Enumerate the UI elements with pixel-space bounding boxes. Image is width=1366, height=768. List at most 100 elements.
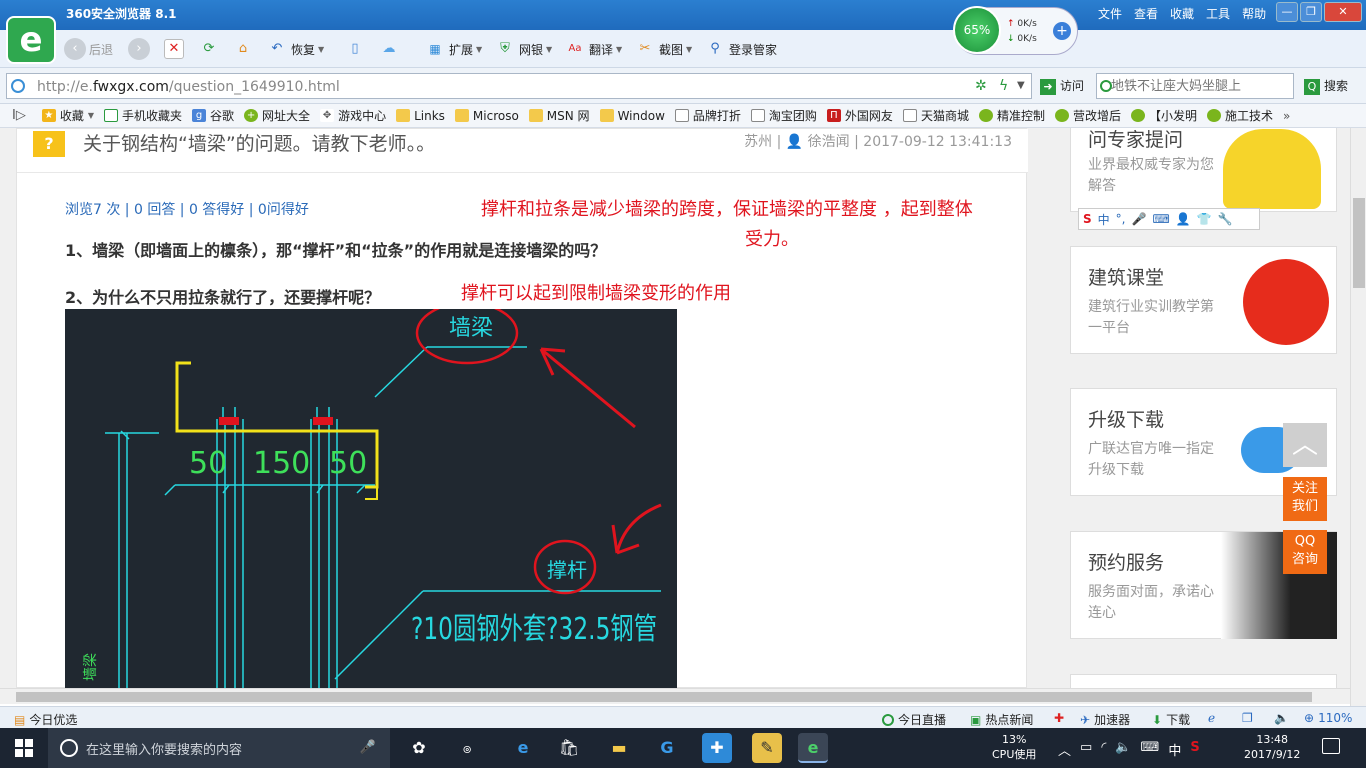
bookmark-item[interactable]: 营改增后 [1054, 107, 1121, 124]
bookmark-item[interactable]: 手机收藏夹 [104, 107, 182, 124]
back-to-top-button[interactable]: ︿ [1283, 423, 1327, 467]
go-button[interactable]: 访问 [1040, 77, 1084, 95]
notes-app-icon[interactable]: ✎ [752, 733, 782, 763]
g-app-icon[interactable]: G [652, 733, 682, 763]
bookmark-item[interactable]: Links [396, 109, 445, 123]
qq-consult-button[interactable]: QQ 咨询 [1283, 530, 1327, 574]
url-dropdown-icon[interactable]: ▼ [1017, 80, 1025, 91]
sidebar-card-classroom[interactable]: 建筑课堂 建筑行业实训教学第一平台 [1070, 246, 1337, 354]
menu-view[interactable]: 查看 [1134, 5, 1158, 22]
horizontal-scrollbar[interactable] [0, 688, 1350, 704]
bank-button[interactable]: ⛨ 网银 ▼ [494, 37, 552, 61]
scroll-thumb[interactable] [1353, 198, 1365, 288]
bookmark-item[interactable]: 施工技术 [1207, 107, 1273, 124]
cloud-button[interactable]: ☁ [378, 37, 400, 61]
memory-percent: 65% [953, 6, 1001, 54]
swirl-app-icon[interactable]: ၜ [452, 733, 482, 763]
download-button[interactable]: ⬇ 下载 [1152, 711, 1190, 728]
bookmark-item[interactable]: + 网址大全 [244, 107, 310, 124]
task-view-icon[interactable]: ✿ [404, 733, 434, 763]
refresh-button[interactable]: ⟳ [198, 37, 220, 61]
wifi-icon[interactable]: ◜ [1101, 740, 1106, 759]
battery-icon[interactable]: ▭ [1080, 740, 1092, 759]
keyboard-icon[interactable]: ⌨ [1141, 740, 1160, 759]
sidebar-card-expert[interactable]: 问专家提问 业界最权威专家为您解答 [1070, 128, 1337, 212]
menu-tools[interactable]: 工具 [1206, 5, 1230, 22]
live-button[interactable]: 今日直播 [882, 711, 946, 728]
speed-plus-icon[interactable]: + [1053, 22, 1071, 40]
vertical-scrollbar[interactable] [1350, 128, 1366, 706]
bookmark-item[interactable]: MSN 网 [528, 107, 590, 124]
folder-icon [454, 109, 469, 122]
close-button[interactable]: ✕ [1324, 2, 1362, 22]
edge-icon[interactable]: e [508, 733, 538, 763]
bookmark-item[interactable]: ✥ 游戏中心 [320, 107, 386, 124]
chat-icon [1207, 109, 1221, 122]
network-speed-widget[interactable]: 65% 0K/s 0K/s + [953, 6, 1078, 55]
translate-button[interactable]: Aa 翻译 ▼ [564, 37, 623, 61]
menu-file[interactable]: 文件 [1098, 5, 1122, 22]
follow-us-button[interactable]: 关注 我们 [1283, 477, 1327, 521]
today-picks-button[interactable]: ▤ 今日优选 [14, 711, 77, 728]
lightning-icon[interactable]: ϟ [999, 78, 1008, 94]
menu-help[interactable]: 帮助 [1242, 5, 1266, 22]
ie-mode-button[interactable]: ℯ [1208, 711, 1215, 725]
360-browser-taskbar-icon[interactable]: e [798, 733, 828, 763]
hot-news-button[interactable]: ▣ 热点新闻 [970, 711, 1033, 728]
sidebar-toggle-icon[interactable]: I▷ [12, 108, 26, 123]
notification-icon[interactable] [1322, 738, 1340, 754]
phone-button[interactable]: ▯ [344, 37, 366, 61]
bookmark-item[interactable]: Window [599, 109, 665, 123]
menu-favorites[interactable]: 收藏 [1170, 5, 1194, 22]
url-text[interactable]: http://e.fwxgx.com/question_1649910.html [37, 79, 340, 95]
loading-icon[interactable]: ✲ [975, 78, 987, 94]
question-user[interactable]: 徐浩闻 [808, 134, 850, 150]
bookmark-item[interactable]: 天猫商城 [902, 107, 969, 124]
back-button[interactable]: ‹ 后退 [64, 37, 113, 61]
more-bookmarks-icon[interactable]: » [1283, 109, 1290, 123]
cad-dim-a: 50 [189, 446, 227, 481]
store-icon[interactable]: 🛍 [554, 733, 584, 763]
ime-toolbar[interactable]: S 中 °, 🎤 ⌨ 👤 👕 🔧 [1078, 208, 1260, 230]
address-bar[interactable]: http://e.fwxgx.com/question_1649910.html… [6, 73, 1032, 99]
zoom-button[interactable]: ⊕ 110% [1304, 711, 1352, 725]
add-icon-button[interactable]: ✚ [1054, 711, 1064, 725]
bookmark-item[interactable]: 淘宝团购 [750, 107, 817, 124]
sogou-icon[interactable]: S [1190, 740, 1199, 759]
bookmark-item[interactable]: П 外国网友 [826, 107, 893, 124]
chevron-up-icon[interactable]: ︿ [1058, 740, 1071, 759]
stop-button[interactable]: ✕ [164, 37, 184, 61]
bookmark-item[interactable]: g 谷歌 [192, 107, 234, 124]
clock[interactable]: 13:48 2017/9/12 [1244, 732, 1300, 762]
extend-button[interactable]: ▦ 扩展 ▼ [424, 37, 482, 61]
bookmark-item[interactable]: ★ 收藏 ▼ [41, 107, 94, 124]
bookmark-item[interactable]: 品牌打折 [674, 107, 741, 124]
bookmark-item[interactable]: 精准控制 [978, 107, 1045, 124]
taskbar-search[interactable]: 在这里输入你要搜索的内容 🎤 [48, 728, 390, 768]
shirt-icon: 👕 [1196, 212, 1212, 226]
volume-button[interactable]: 🔈 [1274, 711, 1289, 725]
volume-icon[interactable]: 🔈 [1115, 740, 1131, 759]
mic-icon[interactable]: 🎤 [360, 740, 376, 755]
screenshot-button[interactable]: ✂ 截图 ▼ [634, 37, 693, 61]
start-button[interactable] [0, 728, 48, 768]
maximize-button[interactable]: ❐ [1300, 2, 1322, 22]
bookmark-item[interactable]: Microso [454, 109, 519, 123]
home-button[interactable]: ⌂ [232, 37, 254, 61]
scroll-thumb[interactable] [16, 692, 1312, 702]
bookmark-item[interactable]: 【小发明 [1130, 107, 1197, 124]
window-mode-button[interactable]: ❐ [1242, 711, 1253, 725]
plus-app-icon[interactable]: ✚ [702, 733, 732, 763]
login-manager-button[interactable]: ⚲ 登录管家 [704, 37, 777, 61]
search-button[interactable]: 搜索 [1304, 77, 1348, 95]
search-engine-icon[interactable] [1100, 80, 1112, 92]
status-bar: ▤ 今日优选 今日直播 ▣ 热点新闻 ✚ ✈ 加速器 ⬇ 下载 ℯ ❐ 🔈 ⊕ … [0, 706, 1366, 728]
file-explorer-icon[interactable]: ▬ [604, 733, 634, 763]
ime-indicator[interactable]: 中 [1168, 740, 1181, 759]
restore-button[interactable]: ↶ 恢复 ▼ [266, 37, 325, 61]
accelerator-button[interactable]: ✈ 加速器 [1080, 711, 1130, 728]
forward-button[interactable]: › [128, 37, 150, 61]
question-title: 关于钢结构“墙梁”的问题。请教下老师。。 [83, 133, 436, 155]
minimize-button[interactable]: — [1276, 2, 1298, 22]
search-input[interactable] [1111, 75, 1291, 97]
